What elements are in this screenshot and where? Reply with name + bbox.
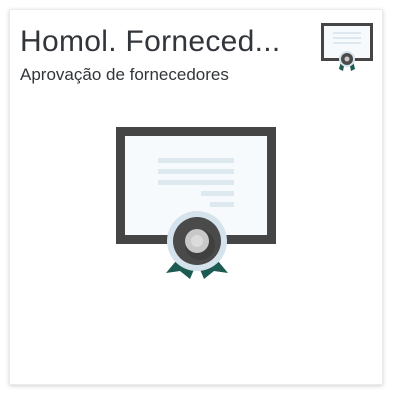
certificate-illustration <box>116 127 276 279</box>
certificate-icon <box>321 23 373 73</box>
tile-title: Homol. Forneced... <box>20 25 281 58</box>
app-tile[interactable]: Homol. Forneced... Aprovação de forneced… <box>9 9 383 385</box>
tile-subtitle: Aprovação de fornecedores <box>20 65 229 84</box>
